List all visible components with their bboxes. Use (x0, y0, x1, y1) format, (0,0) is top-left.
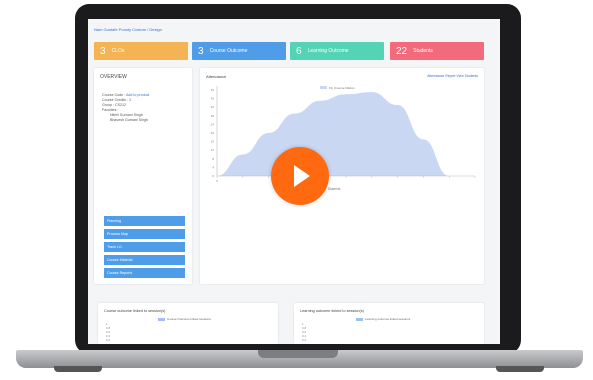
learning-outcome-panel: Learning outcome linked to session(s) Le… (294, 303, 484, 344)
stat-number: 3 (198, 45, 204, 57)
y-tick-label: 4 (212, 165, 214, 169)
course-outcome-panel: Course outcome linked to session(s) Cour… (98, 303, 278, 344)
planning-button[interactable]: Planning (104, 216, 185, 226)
group-label: Group : (102, 103, 114, 107)
stat-label: Students (413, 48, 433, 54)
x-axis-label: Students (328, 187, 341, 191)
overview-panel: OVERVIEW Course Code : Add to product Co… (94, 68, 192, 284)
y-tick-label: 12 (211, 148, 215, 152)
faculties-label: Faculties : (102, 108, 119, 112)
laptop-screen: Nam Gustafe Ponoty Custom / Design 3 CLO… (88, 19, 500, 344)
stat-card-students[interactable]: 22 Students (390, 42, 484, 60)
faculty-item: Nikhil Gurnani Singh (110, 113, 143, 117)
course-credits-value: 3 (128, 98, 131, 102)
learning-outcome-title: Learning outcome linked to session(s) (300, 309, 364, 313)
stat-label: Course Outcome (209, 48, 248, 54)
stat-label: CLOs (111, 48, 125, 54)
legend-label: Learning outcome linked sessions (365, 317, 411, 321)
stat-number: 3 (100, 45, 106, 57)
y-tick-label: 0.2 (106, 338, 111, 342)
breadcrumb[interactable]: Nam Gustafe Ponoty Custom / Design (94, 27, 162, 32)
group-value: CS212 (115, 103, 126, 107)
legend-label: Course Outcome linked sessions (167, 317, 211, 321)
y-tick-label: 40 (211, 88, 215, 92)
overview-title: OVERVIEW (100, 74, 127, 80)
y-tick-label: 0 (212, 174, 214, 178)
course-reports-button[interactable]: Course Reports (104, 268, 185, 278)
legend-swatch (356, 317, 363, 321)
graph-panel: Attendance Attendance Report View Studen… (200, 68, 484, 284)
y-tick-label: 16 (211, 140, 215, 144)
y-tick-label: 36 (211, 97, 215, 101)
track-lo-button[interactable]: Track LO (104, 242, 185, 252)
stat-label: Learning Outcome (307, 48, 349, 54)
learning-outcome-legend: Learning outcome linked sessions (356, 317, 410, 321)
y-tick-label: 28 (211, 114, 215, 118)
x-tick-label: 0 (216, 179, 218, 183)
course-material-button[interactable]: Course Material (104, 255, 185, 265)
y-tick-label: 32 (211, 105, 215, 109)
legend-swatch (158, 317, 165, 321)
legend-label: Fly (Course Marks) (329, 86, 355, 90)
course-code-row: Course Code : Add to product (102, 93, 149, 97)
stat-number: 6 (296, 45, 302, 57)
y-tick-label: 0.2 (302, 338, 307, 342)
stat-card-course-outcome[interactable]: 3 Course Outcome (192, 42, 286, 60)
area-series (217, 92, 475, 176)
stat-number: 22 (396, 45, 408, 57)
play-button[interactable] (271, 147, 329, 205)
y-tick-label: 24 (211, 122, 215, 126)
laptop-foot-left (54, 366, 102, 372)
faculty-item: Bhavesh Gurnani Singh (110, 118, 148, 122)
course-outcome-legend: Course Outcome linked sessions (158, 317, 211, 321)
course-code-label: Course Code : (102, 93, 126, 97)
course-code-link[interactable]: Add to product (126, 93, 149, 97)
laptop-foot-right (496, 366, 544, 372)
course-credits-label: Course Credits : (102, 98, 128, 102)
y-tick-label: 8 (212, 157, 214, 161)
process-map-button[interactable]: Process Map (104, 229, 185, 239)
stat-card-clos[interactable]: 3 CLOs (94, 42, 188, 60)
course-outcome-title: Course outcome linked to session(s) (104, 309, 166, 313)
area-chart: 40363228242016128400StudentsFly (Course … (211, 86, 476, 191)
legend-swatch (320, 86, 327, 89)
group-row: Group : CS212 (102, 103, 126, 107)
course-credits-row: Course Credits : 3 (102, 98, 131, 102)
stat-card-learning-outcome[interactable]: 6 Learning Outcome (290, 42, 384, 60)
laptop-notch (258, 350, 338, 358)
y-tick-label: 20 (211, 131, 215, 135)
